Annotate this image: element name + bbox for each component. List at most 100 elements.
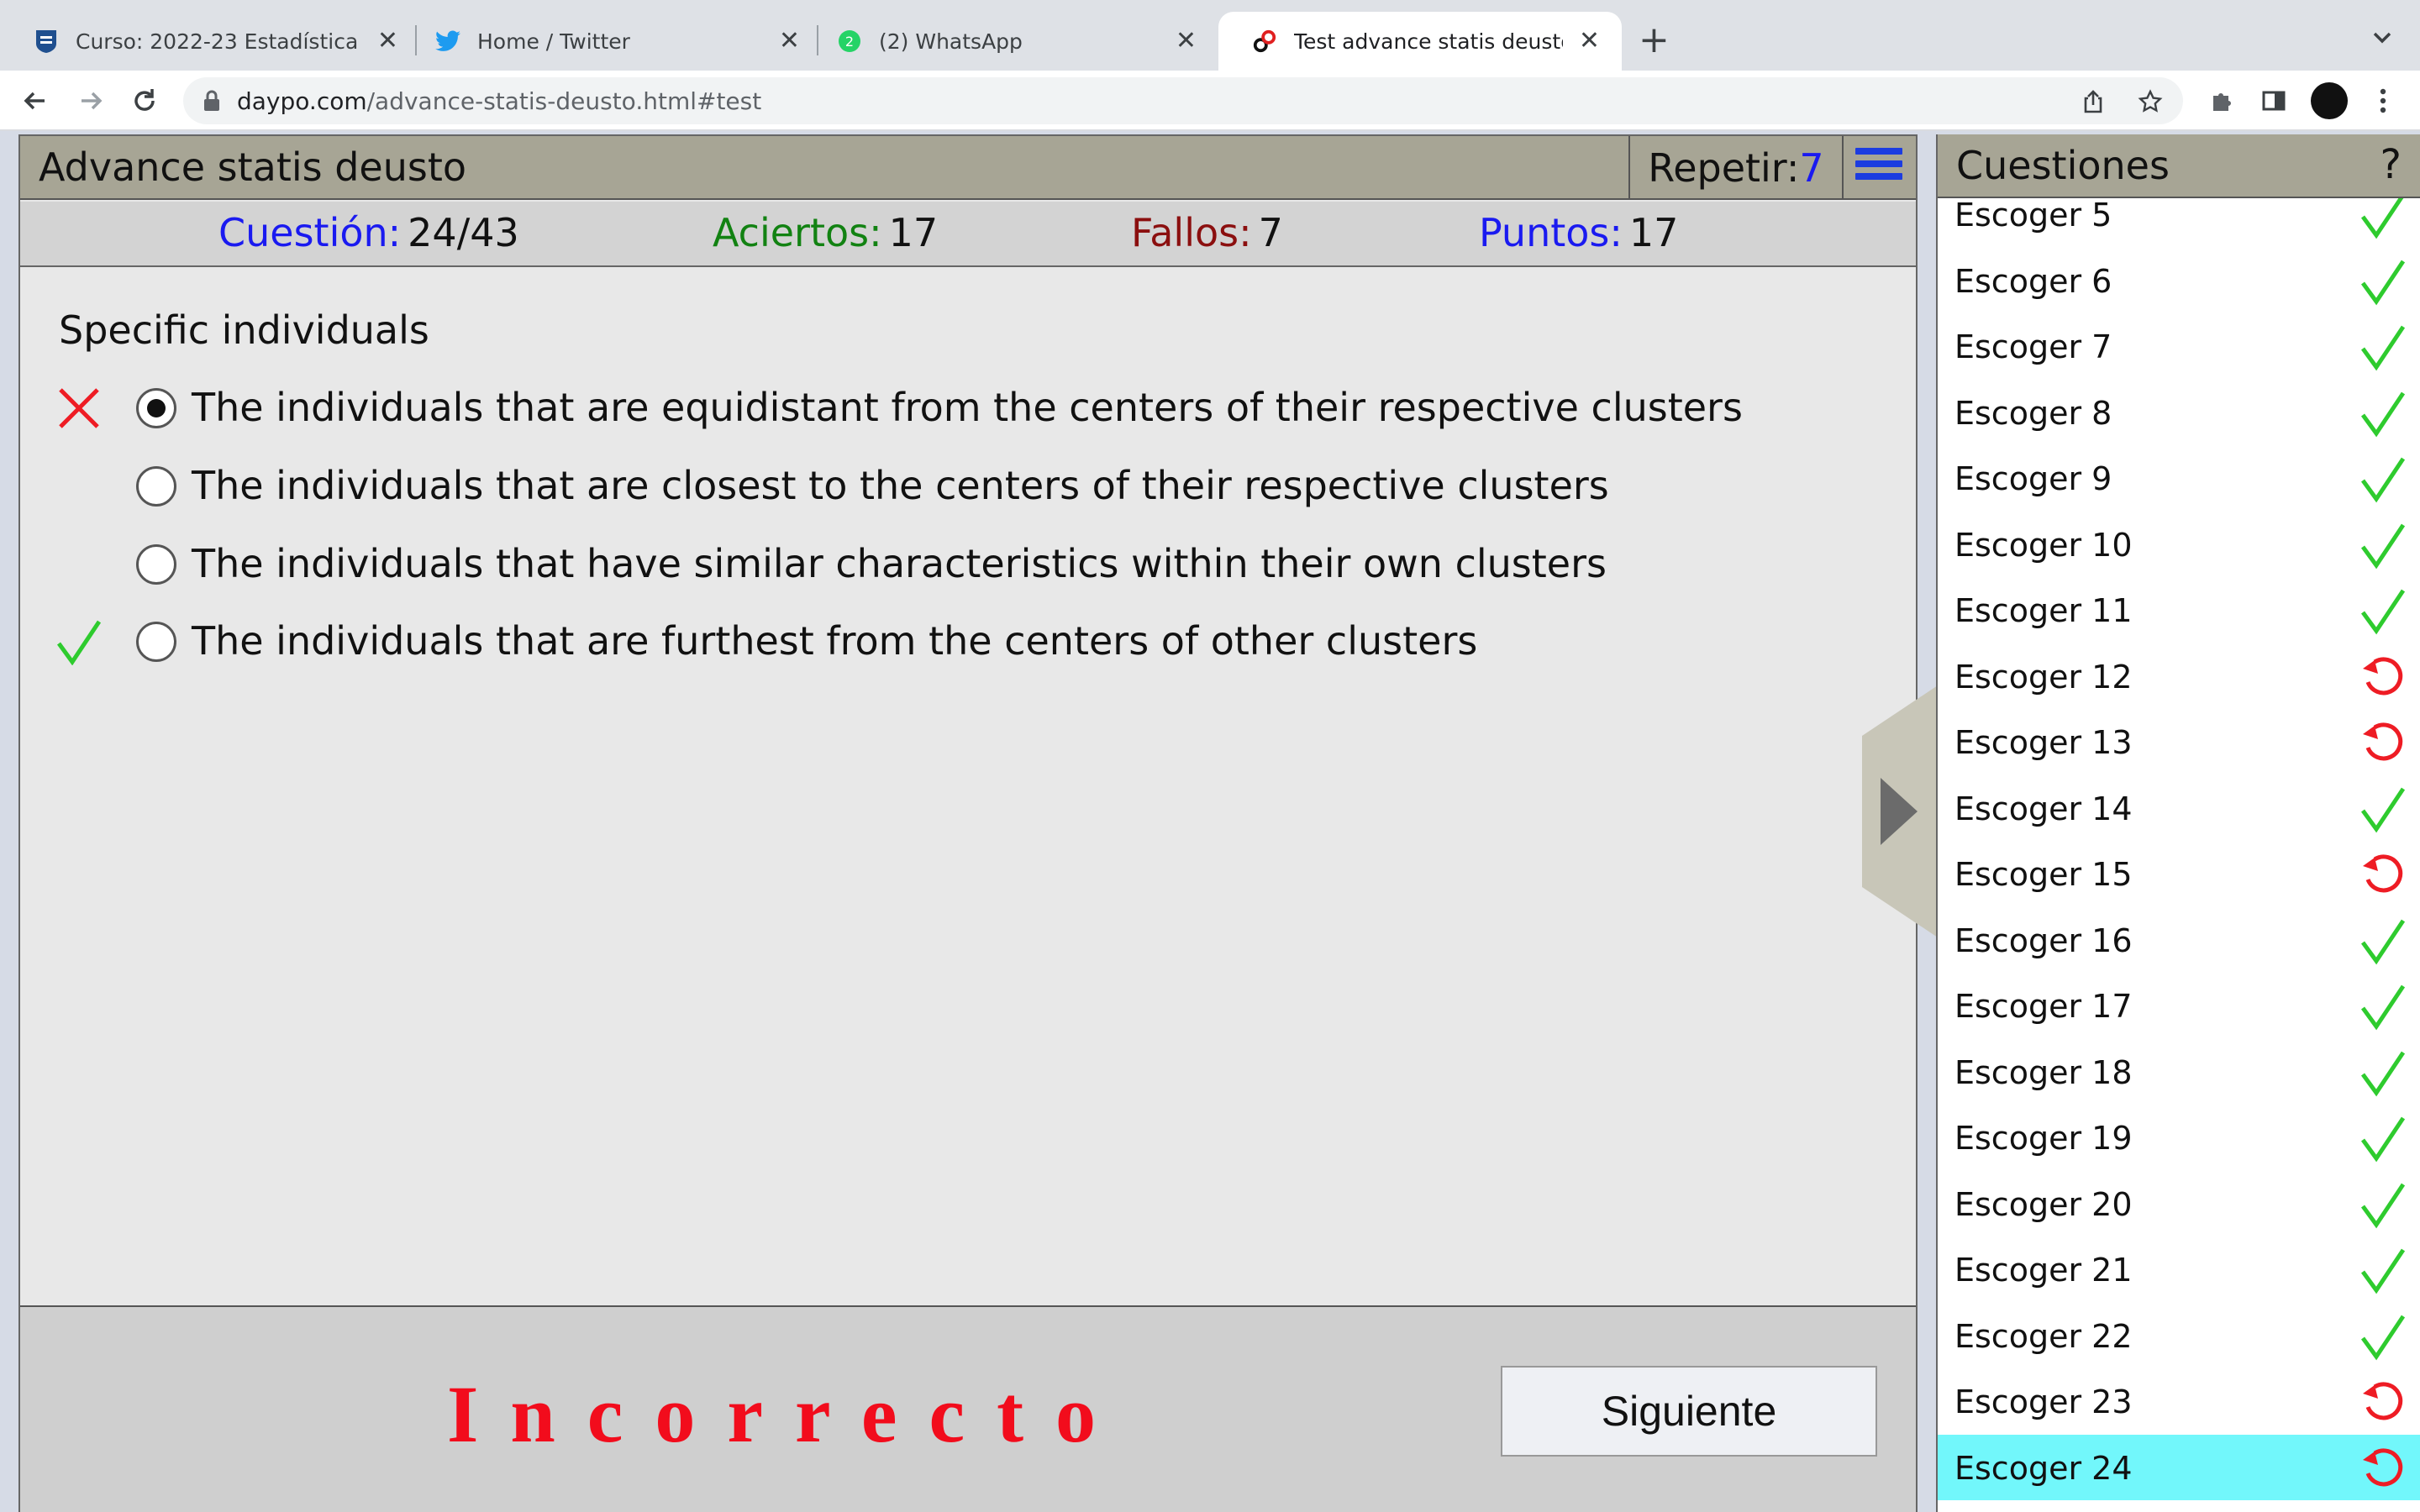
question-list-item[interactable]: Escoger 19 bbox=[1938, 1105, 2420, 1171]
radio-button[interactable] bbox=[136, 544, 176, 585]
check-icon bbox=[2358, 585, 2408, 636]
answer-option[interactable]: The individuals that have similar charac… bbox=[20, 534, 1869, 593]
close-tab-icon[interactable]: ✕ bbox=[779, 29, 800, 54]
option-text: The individuals that are equidistant fro… bbox=[192, 385, 1743, 430]
question-list-item[interactable]: Escoger 6 bbox=[1938, 248, 2420, 314]
question-list-label: Escoger 6 bbox=[1954, 262, 2112, 300]
question-list-item[interactable]: Escoger 9 bbox=[1938, 445, 2420, 512]
stat-wrong-label: Fallos: bbox=[1131, 210, 1252, 255]
close-tab-icon[interactable]: ✕ bbox=[1176, 29, 1197, 54]
share-icon[interactable] bbox=[2081, 89, 2106, 120]
check-icon bbox=[2358, 256, 2408, 307]
tab-twitter[interactable]: Home / Twitter ✕ bbox=[402, 12, 822, 71]
question-list-item[interactable]: Escoger 18 bbox=[1938, 1039, 2420, 1105]
tab-title: Curso: 2022-23 Estadística ava bbox=[76, 29, 361, 54]
question-list-label: Escoger 14 bbox=[1954, 790, 2133, 827]
reload-icon[interactable] bbox=[126, 82, 163, 119]
question-list-label: Escoger 24 bbox=[1954, 1449, 2133, 1487]
repeat-icon bbox=[2358, 849, 2408, 900]
questions-panel: Escoger 5 Escoger 6 Escoger 7 Escoger 8 Esco… bbox=[1936, 134, 2420, 1512]
back-arrow-icon[interactable] bbox=[17, 82, 54, 119]
profile-avatar[interactable] bbox=[2311, 82, 2348, 119]
question-list-label: Escoger 5 bbox=[1954, 197, 2112, 234]
twitter-icon bbox=[435, 29, 460, 54]
bookmark-star-icon[interactable] bbox=[2138, 89, 2163, 120]
question-list-item[interactable]: Escoger 15 bbox=[1938, 841, 2420, 907]
answer-option[interactable]: The individuals that are equidistant fro… bbox=[20, 378, 1869, 437]
repeat-icon bbox=[2358, 1377, 2408, 1427]
wrong-x-icon bbox=[55, 385, 103, 432]
question-list-item[interactable]: Escoger 24 bbox=[1938, 1434, 2420, 1500]
question-list-item[interactable]: Escoger 17 bbox=[1938, 973, 2420, 1039]
page-content: Advance statis deusto Repetir: 7 Cuestión… bbox=[0, 131, 2420, 1512]
whatsapp-icon: 2 bbox=[837, 29, 862, 54]
stat-question-value: 24/43 bbox=[408, 210, 519, 255]
daypo-icon bbox=[1252, 29, 1277, 54]
panel-title: Cuestiones bbox=[1956, 143, 2170, 188]
question-list-label: Escoger 22 bbox=[1954, 1317, 2133, 1355]
question-list-item[interactable]: Escoger 11 bbox=[1938, 577, 2420, 643]
side-panel-icon[interactable] bbox=[2255, 82, 2292, 119]
address-bar[interactable]: daypo.com/advance-statis-deusto.html#tes… bbox=[183, 77, 2183, 124]
question-list-label: Escoger 18 bbox=[1954, 1053, 2133, 1091]
question-list-label: Escoger 17 bbox=[1954, 988, 2133, 1025]
close-tab-icon[interactable]: ✕ bbox=[1579, 29, 1600, 54]
question-list-item[interactable]: Escoger 16 bbox=[1938, 907, 2420, 974]
kebab-menu-icon[interactable] bbox=[2365, 82, 2402, 119]
question-list-label: Escoger 9 bbox=[1954, 460, 2112, 497]
question-list-item[interactable]: Escoger 14 bbox=[1938, 775, 2420, 842]
check-icon bbox=[2358, 520, 2408, 570]
radio-button[interactable] bbox=[136, 466, 176, 507]
check-icon bbox=[2358, 1245, 2408, 1295]
question-list-label: Escoger 21 bbox=[1954, 1252, 2133, 1289]
extensions-puzzle-icon[interactable] bbox=[2203, 82, 2240, 119]
stat-points-value: 17 bbox=[1628, 210, 1679, 255]
stat-correct: Aciertos: 17 bbox=[713, 210, 938, 255]
new-tab-icon[interactable]: + bbox=[1639, 18, 1670, 62]
check-icon bbox=[2358, 981, 2408, 1032]
lock-icon[interactable] bbox=[202, 89, 222, 118]
quiz-header: Advance statis deusto Repetir: 7 bbox=[20, 136, 1916, 200]
answer-option[interactable]: The individuals that are closest to the … bbox=[20, 456, 1869, 515]
question-list-label: Escoger 12 bbox=[1954, 658, 2133, 696]
question-list-item[interactable]: Escoger 8 bbox=[1938, 380, 2420, 446]
stat-correct-value: 17 bbox=[888, 210, 939, 255]
tab-whatsapp[interactable]: 2 (2) WhatsApp ✕ bbox=[803, 12, 1218, 71]
repeat-icon bbox=[2358, 652, 2408, 702]
question-list-label: Escoger 13 bbox=[1954, 724, 2133, 761]
check-icon bbox=[2358, 388, 2408, 438]
radio-button[interactable] bbox=[136, 622, 176, 662]
question-list-item[interactable]: Escoger 22 bbox=[1938, 1303, 2420, 1369]
stats-bar: Cuestión: 24/43 Aciertos: 17 Fallos: 7 Punt… bbox=[20, 202, 1916, 267]
repeat-counter[interactable]: Repetir: 7 bbox=[1628, 136, 1844, 200]
question-list-label: Escoger 23 bbox=[1954, 1383, 2133, 1420]
hamburger-menu-icon[interactable] bbox=[1855, 148, 1902, 186]
stat-points-label: Puntos: bbox=[1479, 210, 1623, 255]
question-list-item[interactable]: Escoger 21 bbox=[1938, 1236, 2420, 1303]
question-list-item[interactable]: Escoger 20 bbox=[1938, 1171, 2420, 1237]
help-icon[interactable]: ? bbox=[2381, 141, 2402, 188]
question-list-item[interactable]: Escoger 13 bbox=[1938, 709, 2420, 775]
question-list-item[interactable]: Escoger 23 bbox=[1938, 1368, 2420, 1435]
questions-list: Escoger 5 Escoger 6 Escoger 7 Escoger 8 Esco… bbox=[1938, 181, 2420, 1500]
option-text: The individuals that have similar charac… bbox=[192, 541, 1607, 586]
tab-daypo-test[interactable]: Test advance statis deusto ✕ bbox=[1218, 12, 1622, 71]
close-tab-icon[interactable]: ✕ bbox=[377, 29, 398, 54]
forward-arrow-icon[interactable] bbox=[72, 82, 109, 119]
answer-option[interactable]: The individuals that are furthest from t… bbox=[20, 612, 1869, 670]
tab-title: Home / Twitter bbox=[477, 29, 630, 54]
check-icon bbox=[2358, 1047, 2408, 1098]
check-icon bbox=[2358, 454, 2408, 504]
radio-button[interactable] bbox=[136, 388, 176, 428]
question-list-item[interactable]: Escoger 7 bbox=[1938, 313, 2420, 380]
browser-tab-bar: Curso: 2022-23 Estadística ava ✕ Home / … bbox=[0, 0, 2420, 71]
check-icon bbox=[2358, 1179, 2408, 1230]
browser-toolbar: daypo.com/advance-statis-deusto.html#tes… bbox=[0, 71, 2420, 131]
tab-curso[interactable]: Curso: 2022-23 Estadística ava ✕ bbox=[0, 12, 420, 71]
next-button[interactable]: Siguiente bbox=[1501, 1366, 1877, 1457]
question-list-item[interactable]: Escoger 10 bbox=[1938, 512, 2420, 578]
question-list-item[interactable]: Escoger 12 bbox=[1938, 643, 2420, 710]
panel-toggle-arrow-icon[interactable] bbox=[1862, 685, 1938, 937]
stat-wrong: Fallos: 7 bbox=[1131, 210, 1283, 255]
chevron-down-icon[interactable] bbox=[2368, 24, 2396, 52]
